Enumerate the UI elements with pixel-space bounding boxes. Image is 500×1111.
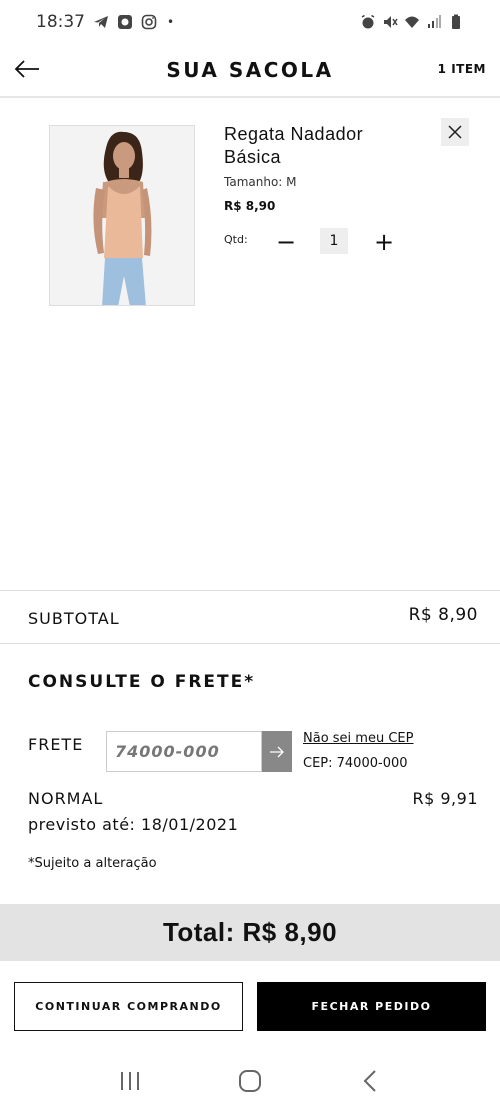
freight-title: CONSULTE O FRETE* <box>28 672 256 692</box>
shipping-option-name: NORMAL <box>28 789 104 808</box>
quantity-value: 1 <box>320 228 348 254</box>
quantity-increase-button[interactable]: + <box>370 228 398 256</box>
remove-item-button[interactable] <box>441 118 469 146</box>
minus-icon: − <box>275 228 297 256</box>
back-icon <box>363 1069 376 1092</box>
app-notification-icon <box>118 15 132 29</box>
home-icon <box>239 1069 261 1092</box>
delivery-estimate: previsto até: 18/01/2021 <box>28 815 239 834</box>
quantity-label: Qtd: <box>224 233 248 246</box>
product-price: R$ 8,90 <box>224 199 276 213</box>
cart-item: Regata Nadador Básica Tamanho: M R$ 8,90… <box>0 98 500 323</box>
freight-field-label: FRETE <box>28 735 84 754</box>
status-time: 18:37 <box>36 12 85 32</box>
close-icon <box>448 125 462 139</box>
item-count: 1 ITEM <box>437 62 486 76</box>
instagram-icon <box>141 14 157 30</box>
system-nav-bar <box>0 1050 500 1111</box>
wifi-icon <box>405 16 419 28</box>
home-button[interactable] <box>230 1061 270 1101</box>
cep-input[interactable] <box>107 732 261 771</box>
page-title: SUA SACOLA <box>166 58 334 82</box>
current-cep: CEP: 74000-000 <box>303 756 408 771</box>
freight-disclaimer: *Sujeito a alteração <box>28 856 157 871</box>
header: SUA SACOLA 1 ITEM <box>0 44 500 98</box>
unknown-cep-link[interactable]: Não sei meu CEP <box>303 731 413 746</box>
battery-icon <box>452 14 460 29</box>
total-bar: Total: R$ 8,90 <box>0 904 500 961</box>
cep-field[interactable] <box>106 731 262 772</box>
shipping-option-price: R$ 9,91 <box>412 789 478 808</box>
product-photo <box>50 126 194 305</box>
status-dot: • <box>167 15 175 29</box>
status-bar: 18:37 • <box>0 0 500 44</box>
product-size: Tamanho: M <box>224 175 297 189</box>
recent-apps-button[interactable] <box>110 1061 150 1101</box>
subtotal-label: SUBTOTAL <box>28 609 120 628</box>
checkout-button[interactable]: FECHAR PEDIDO <box>257 982 486 1031</box>
mute-icon <box>384 16 398 28</box>
telegram-icon <box>94 16 108 28</box>
product-image[interactable] <box>49 125 195 306</box>
cep-submit-button[interactable] <box>262 731 292 772</box>
nav-back-button[interactable] <box>350 1061 390 1101</box>
total-amount: Total: R$ 8,90 <box>162 917 338 947</box>
product-name[interactable]: Regata Nadador Básica <box>224 123 414 169</box>
plus-icon: + <box>373 228 395 256</box>
subtotal-value: R$ 8,90 <box>408 605 478 625</box>
subtotal-row: SUBTOTAL R$ 8,90 <box>0 590 500 644</box>
signal-icon <box>428 15 441 28</box>
recent-apps-icon <box>121 1071 139 1090</box>
arrow-right-icon <box>270 746 284 757</box>
alarm-icon <box>361 14 375 29</box>
quantity-decrease-button[interactable]: − <box>272 228 300 256</box>
continue-shopping-button[interactable]: CONTINUAR COMPRANDO <box>14 982 243 1031</box>
